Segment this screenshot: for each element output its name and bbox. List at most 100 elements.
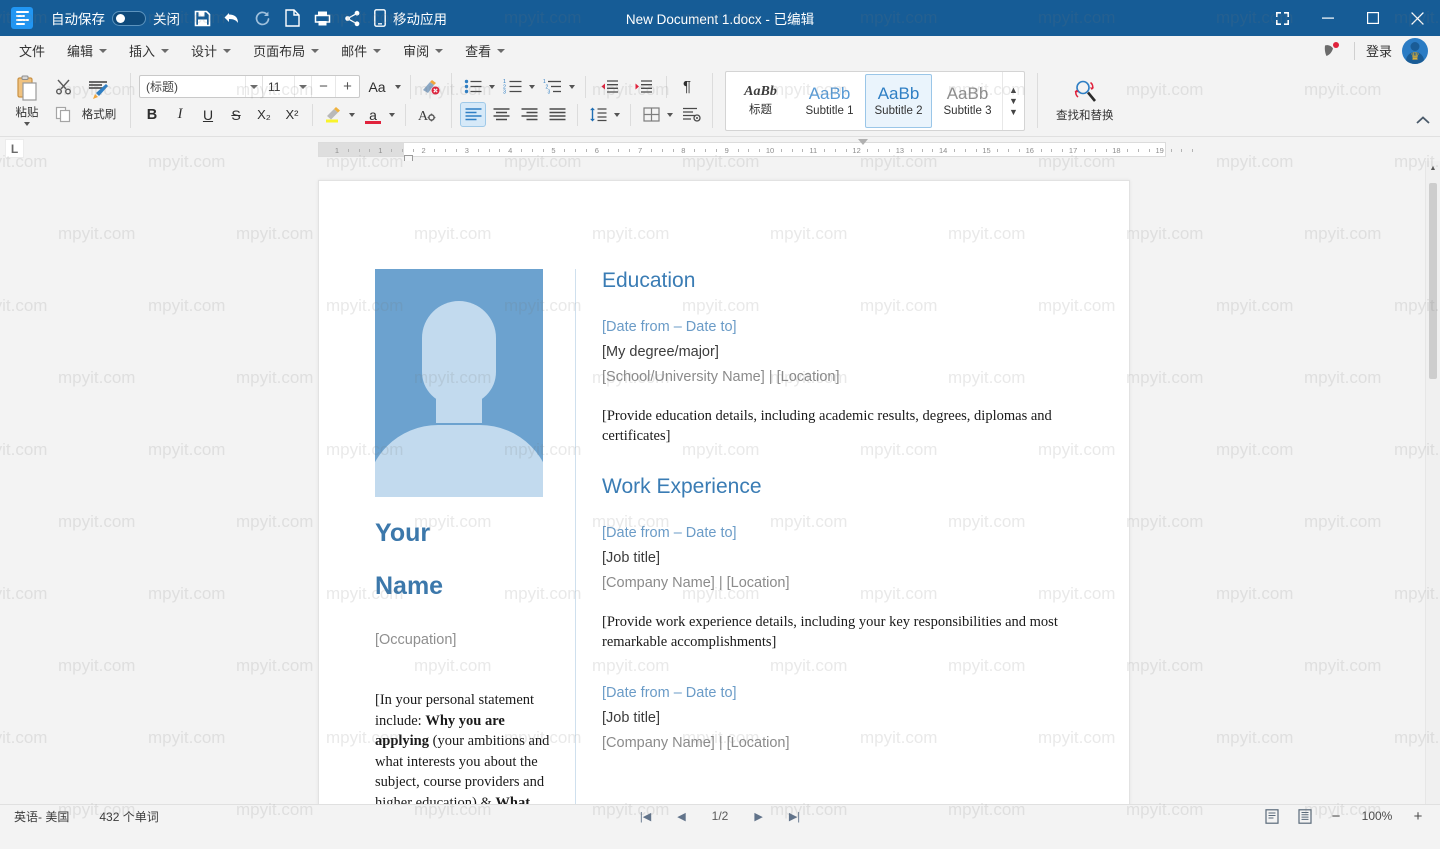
last-page-button[interactable]: ▶|: [789, 810, 800, 823]
collapse-ribbon-button[interactable]: [1416, 112, 1430, 130]
numbered-list-button[interactable]: 123: [500, 74, 526, 99]
ruler-bar: L 1 1 2 3 4 5 6 7 8 9 10 11 12 13 14 15 16 17 18 19: [0, 137, 1440, 164]
new-doc-icon[interactable]: [277, 4, 307, 32]
undo-icon[interactable]: [217, 4, 247, 32]
style-item-title[interactable]: AaBb 标题: [727, 74, 794, 128]
cut-button[interactable]: [50, 74, 76, 99]
scroll-up-icon[interactable]: ▲: [1426, 161, 1440, 176]
autosave-toggle[interactable]: 自动保存 关闭: [44, 4, 187, 32]
notifications-icon[interactable]: [1317, 40, 1343, 62]
italic-button[interactable]: I: [167, 102, 193, 127]
text-effects-button[interactable]: A: [413, 102, 439, 127]
print-icon[interactable]: [307, 4, 337, 32]
chevron-down-icon[interactable]: [614, 112, 620, 117]
mobile-app-button[interactable]: 移动应用: [367, 4, 454, 32]
right-indent-marker[interactable]: [858, 139, 868, 145]
scroll-up-icon[interactable]: ▲: [1009, 85, 1018, 94]
tab-stop-selector[interactable]: L: [5, 139, 24, 158]
style-preview: AaBb: [808, 84, 851, 103]
superscript-button[interactable]: X²: [279, 102, 305, 127]
align-right-button[interactable]: [516, 102, 542, 127]
borders-button[interactable]: [638, 102, 664, 127]
menu-item-mailings[interactable]: 邮件: [332, 38, 390, 63]
chevron-down-icon[interactable]: [395, 84, 401, 89]
chevron-down-icon[interactable]: [389, 112, 395, 117]
share-icon[interactable]: [337, 4, 367, 32]
copy-button[interactable]: [50, 102, 76, 127]
ruler-tick-label: 5: [551, 146, 556, 155]
menu-item-design[interactable]: 设计: [182, 38, 240, 63]
increase-font-size-button[interactable]: +: [335, 76, 359, 97]
paragraph-settings-button[interactable]: [678, 102, 704, 127]
minimize-icon[interactable]: [1305, 0, 1350, 36]
ruler-tick: [975, 149, 977, 152]
maximize-icon[interactable]: [1350, 0, 1395, 36]
bulleted-list-button[interactable]: [460, 74, 486, 99]
subscript-button[interactable]: X₂: [251, 102, 277, 127]
change-case-button[interactable]: Aa: [361, 74, 393, 99]
line-spacing-button[interactable]: [585, 102, 611, 127]
person-silhouette-photo[interactable]: [375, 269, 543, 497]
login-button[interactable]: 登录: [1366, 41, 1392, 60]
style-item-subtitle-3[interactable]: AaBb Subtitle 3: [934, 74, 1001, 128]
font-color-button[interactable]: a: [360, 102, 386, 127]
decrease-font-size-button[interactable]: −: [311, 76, 335, 97]
chevron-down-icon[interactable]: [569, 84, 575, 89]
clear-formatting-button[interactable]: [417, 74, 443, 99]
chevron-down-icon[interactable]: [667, 112, 673, 117]
menu-item-file[interactable]: 文件: [10, 38, 54, 63]
ruler-tick: [401, 149, 403, 152]
resume-left-column: Your Name [Occupation] [In your personal…: [375, 269, 575, 804]
decrease-indent-button[interactable]: [593, 74, 625, 99]
close-icon[interactable]: [1395, 0, 1440, 36]
resume-entry: [Date from – Date to] [Job title] [Compa…: [602, 521, 1107, 653]
format-painter-button[interactable]: 格式刷: [76, 76, 122, 125]
ribbon-group-editing: 查找和替换: [1042, 65, 1128, 136]
vertical-scrollbar[interactable]: ▲: [1425, 161, 1440, 804]
chevron-down-icon[interactable]: [529, 84, 535, 89]
scroll-down-icon[interactable]: ▼: [1009, 96, 1018, 105]
style-item-subtitle-1[interactable]: AaBb Subtitle 1: [796, 74, 863, 128]
paste-button[interactable]: 粘贴: [4, 72, 50, 129]
find-replace-button[interactable]: 查找和替换: [1046, 79, 1124, 123]
fullscreen-icon[interactable]: [1260, 0, 1305, 36]
next-page-button[interactable]: ▶: [754, 810, 762, 823]
justify-button[interactable]: [544, 102, 570, 127]
menu-item-edit[interactable]: 编辑: [58, 38, 116, 63]
align-left-button[interactable]: [460, 102, 486, 127]
font-size-value[interactable]: 11: [262, 76, 294, 97]
menu-item-page-layout[interactable]: 页面布局: [244, 38, 328, 63]
align-center-button[interactable]: [488, 102, 514, 127]
increase-indent-button[interactable]: [627, 74, 659, 99]
scrollbar-thumb[interactable]: [1429, 183, 1437, 379]
font-family-combobox[interactable]: (标题) 11 − +: [139, 75, 360, 98]
menu-item-insert[interactable]: 插入: [120, 38, 178, 63]
bold-button[interactable]: B: [139, 102, 165, 127]
previous-page-button[interactable]: ◀: [677, 810, 685, 823]
menu-label: 邮件: [341, 44, 368, 59]
menu-item-view[interactable]: 查看: [456, 38, 514, 63]
style-item-subtitle-2[interactable]: AaBb Subtitle 2: [865, 73, 932, 128]
show-formatting-marks-button[interactable]: ¶: [674, 74, 700, 99]
multilevel-list-button[interactable]: 123: [540, 74, 566, 99]
autosave-switch[interactable]: [112, 10, 146, 26]
style-name: Subtitle 3: [943, 105, 992, 117]
horizontal-ruler[interactable]: 1 1 2 3 4 5 6 7 8 9 10 11 12 13 14 15 16 17 18 19: [318, 142, 1194, 157]
chevron-down-icon[interactable]: [349, 112, 355, 117]
chevron-down-icon[interactable]: [294, 76, 311, 97]
chevron-down-icon[interactable]: [489, 84, 495, 89]
ruler-tick: [575, 149, 577, 152]
avatar[interactable]: ♛: [1402, 37, 1428, 64]
text-effects-icon: A: [418, 109, 435, 123]
more-styles-icon[interactable]: ▼: [1009, 107, 1018, 116]
save-icon[interactable]: [187, 4, 217, 32]
highlight-color-button[interactable]: [320, 102, 346, 127]
first-page-button[interactable]: |◀: [640, 810, 651, 823]
superscript-label: X²: [285, 107, 299, 122]
document-page[interactable]: Your Name [Occupation] [In your personal…: [318, 180, 1130, 804]
redo-icon[interactable]: [247, 4, 277, 32]
menu-item-review[interactable]: 审阅: [394, 38, 452, 63]
chevron-down-icon[interactable]: [245, 76, 262, 97]
underline-button[interactable]: U: [195, 102, 221, 127]
strikethrough-button[interactable]: S: [223, 102, 249, 127]
